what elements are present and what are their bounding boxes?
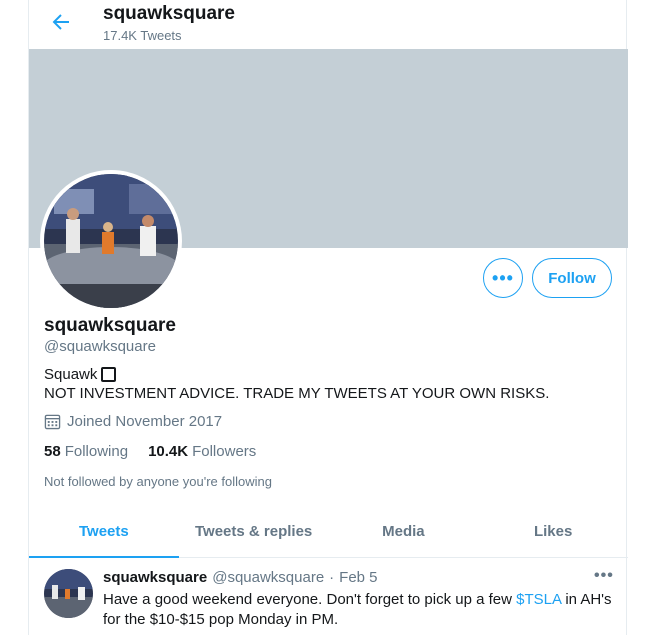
header-tweet-count: 17.4K Tweets xyxy=(103,28,182,43)
joined-date: Joined November 2017 xyxy=(44,413,222,430)
followers-count: 10.4K xyxy=(148,443,189,460)
follow-stats: 58 Following 10.4K Followers xyxy=(44,443,256,460)
tweet-avatar[interactable] xyxy=(44,569,93,618)
profile-column: squawksquare 17.4K Tweets ••• Follow squ… xyxy=(28,0,628,635)
arrow-left-icon xyxy=(52,14,69,30)
cashtag-link[interactable]: $TSLA xyxy=(516,591,561,608)
follow-button[interactable]: Follow xyxy=(532,258,612,298)
back-button[interactable] xyxy=(49,10,73,34)
tab-media[interactable]: Media xyxy=(329,508,479,557)
tweet-separator: · xyxy=(329,569,335,586)
profile-tabs: Tweets Tweets & replies Media Likes xyxy=(29,508,628,558)
tweet-author-name[interactable]: squawksquare xyxy=(103,569,207,586)
tweet-author-handle[interactable]: @squawksquare xyxy=(212,569,324,586)
header-title: squawksquare xyxy=(103,3,235,24)
tweet-text-part-1: Have a good weekend everyone. Don't forg… xyxy=(103,591,517,608)
tweet-text: Have a good weekend everyone. Don't forg… xyxy=(103,590,613,630)
tab-tweets[interactable]: Tweets xyxy=(29,508,179,558)
tab-likes[interactable]: Likes xyxy=(478,508,628,557)
tweet-avatar-image xyxy=(44,569,93,618)
calendar-icon xyxy=(44,414,61,430)
profile-name: squawksquare xyxy=(44,315,176,336)
bio-line-1: Squawk xyxy=(44,366,117,383)
bio-line-2: NOT INVESTMENT ADVICE. TRADE MY TWEETS A… xyxy=(44,385,550,402)
profile-header: squawksquare 17.4K Tweets xyxy=(29,0,628,49)
avatar-image xyxy=(44,174,178,308)
followers-link[interactable]: 10.4K Followers xyxy=(148,443,256,460)
profile-handle: @squawksquare xyxy=(44,338,156,355)
following-count: 58 xyxy=(44,443,61,460)
bio-text-1: Squawk xyxy=(44,366,98,383)
tweet-header: squawksquare @squawksquare · Feb 5 xyxy=(103,569,378,586)
tweet-item[interactable]: squawksquare @squawksquare · Feb 5 ••• H… xyxy=(29,559,628,635)
tweet-date[interactable]: Feb 5 xyxy=(339,569,377,586)
followers-label: Followers xyxy=(192,443,257,460)
square-emoji-icon xyxy=(101,367,117,382)
not-followed-note: Not followed by anyone you're following xyxy=(44,474,272,489)
following-label: Following xyxy=(64,443,129,460)
tab-tweets-replies[interactable]: Tweets & replies xyxy=(179,508,329,557)
profile-avatar[interactable] xyxy=(40,170,182,312)
joined-text: Joined November 2017 xyxy=(67,413,223,430)
more-options-button[interactable]: ••• xyxy=(483,258,523,298)
tweet-more-button[interactable]: ••• xyxy=(594,567,614,585)
following-link[interactable]: 58 Following xyxy=(44,443,128,460)
